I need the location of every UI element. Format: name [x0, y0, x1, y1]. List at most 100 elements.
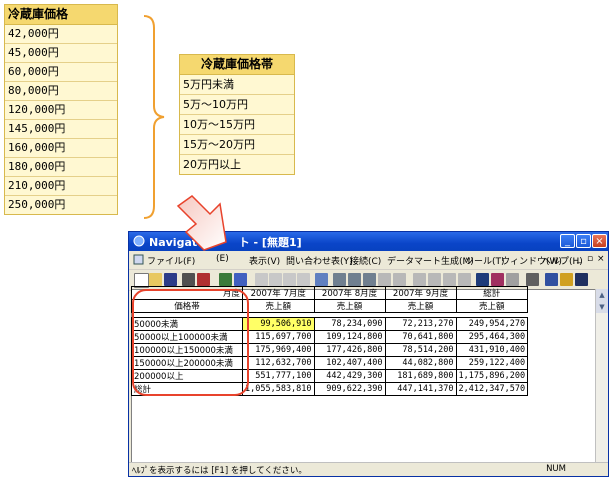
menu-tools[interactable]: ツール(T)	[465, 254, 505, 267]
status-bar: ﾍﾙﾌﾟを表示するには [F1] を押してください。 NUM	[129, 462, 608, 476]
value-cell[interactable]: 442,429,300	[313, 369, 386, 383]
value-cell[interactable]: 1,175,896,200	[455, 369, 529, 383]
value-cell[interactable]: 78,234,090	[313, 317, 386, 331]
price-cell: 45,000円	[5, 44, 117, 63]
value-cell[interactable]: 447,141,370	[384, 382, 457, 396]
pivot-icon[interactable]	[378, 273, 391, 286]
pivot-icon[interactable]	[333, 273, 346, 286]
sort-icon[interactable]	[458, 273, 471, 286]
minimize-button[interactable]: _	[560, 234, 575, 248]
last-icon[interactable]	[297, 273, 310, 286]
price-cell: 180,000円	[5, 158, 117, 177]
price-cell: 250,000円	[8, 198, 66, 211]
database-icon[interactable]	[476, 273, 489, 286]
value-cell[interactable]: 109,124,800	[313, 330, 386, 344]
menu-connect[interactable]: 接続(C)	[350, 254, 381, 267]
print-icon[interactable]	[526, 273, 539, 286]
band-cell: 10万～15万円	[180, 115, 294, 135]
vertical-scrollbar[interactable]: ▲ ▼	[595, 289, 608, 463]
band-cell: 5万～10万円	[180, 95, 294, 115]
num-lock-indicator: NUM	[546, 464, 566, 474]
price-cell: 80,000円	[5, 82, 117, 101]
maximize-button[interactable]: ▫	[576, 234, 591, 248]
value-cell[interactable]: 2,412,347,570	[455, 382, 529, 396]
arrow-icon	[176, 195, 227, 251]
sort-icon[interactable]	[428, 273, 441, 286]
price-cell: 160,000円	[5, 139, 117, 158]
value-cell[interactable]: 181,689,800	[384, 369, 457, 383]
price-cell: 145,000円	[5, 120, 117, 139]
first-icon[interactable]	[255, 273, 268, 286]
brace-icon	[143, 15, 165, 219]
value-cell[interactable]: 112,632,700	[242, 356, 315, 370]
value-cell[interactable]: 99,506,910	[242, 317, 315, 331]
document-icon	[133, 254, 144, 265]
month-header[interactable]: 2007年 7月度	[242, 286, 315, 300]
table-icon[interactable]	[234, 273, 247, 286]
value-cell[interactable]: 78,514,200	[384, 343, 457, 357]
month-header[interactable]: 2007年 9月度	[384, 286, 457, 300]
price-cell: 42,000円	[5, 25, 117, 44]
copy-icon[interactable]	[315, 273, 328, 286]
mdi-restore-button[interactable]: ▫	[587, 254, 593, 264]
price-table: 冷蔵庫価格 42,000円 45,000円 60,000円 80,000円 12…	[4, 4, 118, 215]
value-cell[interactable]: 102,407,400	[313, 356, 386, 370]
chart-icon[interactable]	[197, 273, 210, 286]
mart-icon[interactable]	[491, 273, 504, 286]
value-cell[interactable]: 551,777,100	[242, 369, 315, 383]
menu-edit[interactable]: (E)	[216, 254, 229, 264]
price-cell: 60,000円	[5, 63, 117, 82]
prev-icon[interactable]	[269, 273, 282, 286]
help-icon[interactable]	[560, 273, 573, 286]
save-icon[interactable]	[164, 273, 177, 286]
band-cell: 5万円未満	[180, 75, 294, 95]
sort-icon[interactable]	[413, 273, 426, 286]
sort-icon[interactable]	[443, 273, 456, 286]
value-cell[interactable]: 431,910,400	[455, 343, 529, 357]
menu-datamart[interactable]: データマート生成(M)	[387, 254, 474, 267]
query-icon[interactable]	[182, 273, 195, 286]
mdi-close-button[interactable]: ×	[597, 254, 605, 264]
value-cell[interactable]: 72,213,270	[384, 317, 457, 331]
band-cell: 15万～20万円	[180, 135, 294, 155]
user-icon[interactable]	[545, 273, 558, 286]
value-cell[interactable]: 249,954,270	[455, 317, 529, 331]
status-text: ﾍﾙﾌﾟを表示するには [F1] を押してください。	[132, 466, 307, 476]
context-help-icon[interactable]	[575, 273, 588, 286]
pivot-icon[interactable]	[393, 273, 406, 286]
value-cell[interactable]: 115,697,700	[242, 330, 315, 344]
measure-header: 売上額	[384, 299, 457, 313]
measure-header: 売上額	[242, 299, 315, 313]
mdi-minimize-button[interactable]: _	[577, 254, 582, 264]
open-icon[interactable]	[149, 273, 162, 286]
value-cell[interactable]: 177,426,800	[313, 343, 386, 357]
menu-file[interactable]: ファイル(F)	[147, 254, 195, 267]
pivot-icon[interactable]	[363, 273, 376, 286]
price-cell: 210,000円	[5, 177, 117, 196]
value-cell[interactable]: 175,969,400	[242, 343, 315, 357]
stop-icon[interactable]	[506, 273, 519, 286]
menu-bar: ファイル(F) (E) 表示(V) 問い合わせ表(Y) 接続(C) データマート…	[129, 251, 608, 270]
pivot-icon[interactable]	[348, 273, 361, 286]
grid-icon[interactable]	[219, 273, 232, 286]
band-table: 冷蔵庫価格帯 5万円未満 5万～10万円 10万～15万円 15万～20万円 2…	[179, 54, 295, 175]
close-button[interactable]: ×	[592, 234, 607, 248]
next-icon[interactable]	[283, 273, 296, 286]
value-cell[interactable]: 44,082,800	[384, 356, 457, 370]
month-header[interactable]: 2007年 8月度	[313, 286, 386, 300]
value-cell[interactable]: 259,122,400	[455, 356, 529, 370]
menu-query[interactable]: 問い合わせ表(Y)	[286, 254, 353, 267]
measure-header: 売上額	[313, 299, 386, 313]
value-cell[interactable]: 70,641,800	[384, 330, 457, 344]
value-cell[interactable]: 295,464,300	[455, 330, 529, 344]
scroll-up-icon[interactable]: ▲	[596, 289, 608, 301]
price-table-header: 冷蔵庫価格	[5, 5, 117, 25]
value-cell[interactable]: 1,055,583,810	[242, 382, 315, 396]
app-icon	[133, 235, 145, 247]
price-cell: 120,000円	[5, 101, 117, 120]
highlight-box	[132, 289, 249, 396]
menu-view[interactable]: 表示(V)	[249, 254, 280, 267]
total-header[interactable]: 総計	[455, 286, 529, 300]
value-cell[interactable]: 909,622,390	[313, 382, 386, 396]
scroll-down-icon[interactable]: ▼	[596, 301, 608, 313]
